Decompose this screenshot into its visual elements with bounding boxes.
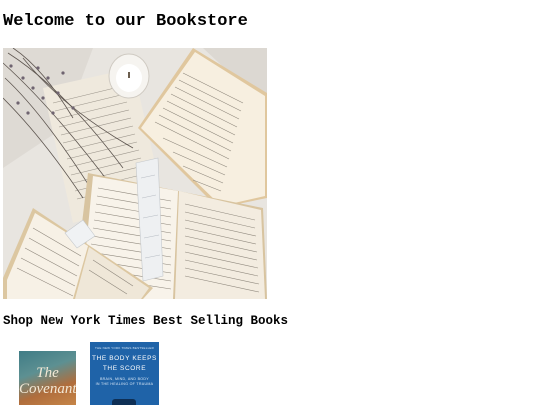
hero-illustration xyxy=(3,48,267,299)
book-cover-title-line-2: THE SCORE xyxy=(102,365,147,372)
hero-image xyxy=(3,48,267,299)
book-cover-title: THE BODY KEEPS THE SCORE xyxy=(90,354,159,374)
page-title: Welcome to our Bookstore xyxy=(3,12,248,31)
book-cover-title-line-1: THE BODY KEEPS xyxy=(92,355,157,362)
book-cover-the-body-keeps-the-score[interactable]: THE NEW YORK TIMES BESTSELLER THE BODY K… xyxy=(90,342,159,405)
book-cover-subtitle-line-2: IN THE HEALING OF TRAUMA xyxy=(95,382,154,386)
book-cover-tagline: THE NEW YORK TIMES BESTSELLER xyxy=(94,346,155,350)
book-cover-subtitle: BRAIN, MIND, AND BODY IN THE HEALING OF … xyxy=(90,377,159,387)
candle xyxy=(108,53,150,99)
section-title: Shop New York Times Best Selling Books xyxy=(3,314,289,328)
book-cover-art xyxy=(112,399,136,405)
book-cover-the-covenant[interactable]: The Covenant xyxy=(19,351,76,405)
book-cover-title: The Covenant xyxy=(19,365,76,397)
page: Welcome to our Bookstore Shop New York T… xyxy=(0,0,540,405)
